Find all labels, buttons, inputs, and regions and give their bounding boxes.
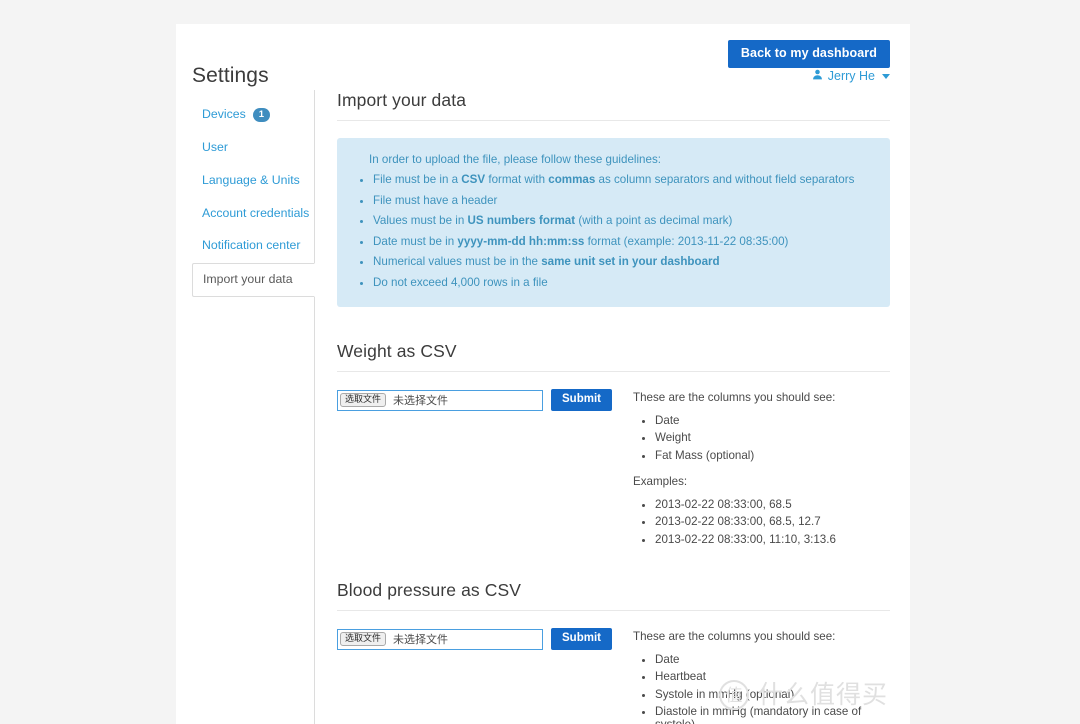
user-menu[interactable]: Jerry He bbox=[812, 69, 890, 83]
columns-lead: These are the columns you should see: bbox=[633, 390, 836, 404]
guideline-item: File must be in a CSV format with commas… bbox=[373, 172, 872, 188]
upload-controls: 选取文件 未选择文件 Submit bbox=[337, 388, 633, 546]
upload-controls: 选取文件 未选择文件 Submit bbox=[337, 627, 633, 724]
columns-info: These are the columns you should see: Dat… bbox=[633, 389, 890, 546]
sidebar-item-label: Notification center bbox=[202, 238, 301, 253]
top-bar: Back to my dashboard Jerry He bbox=[176, 24, 910, 90]
guideline-item: Date must be in yyyy-mm-dd hh:mm:ss form… bbox=[373, 234, 872, 250]
choose-file-button[interactable]: 选取文件 bbox=[340, 392, 387, 408]
page-title: Settings bbox=[192, 64, 269, 87]
guideline-item: Do not exceed 4,000 rows in a file bbox=[373, 275, 872, 291]
watermark-logo-icon: 值 bbox=[718, 680, 749, 710]
example-item: 2013-02-22 08:33:00, 68.5 bbox=[655, 498, 890, 511]
sidebar-item-label: Devices bbox=[202, 107, 246, 122]
choose-file-button[interactable]: 选取文件 bbox=[340, 631, 387, 647]
sidebar-item-user[interactable]: User bbox=[192, 132, 314, 165]
import-sections: Weight as CSV 选取文件 未选择文件 Submit These are th… bbox=[337, 341, 890, 724]
file-upload-row: 选取文件 未选择文件 Submit bbox=[337, 388, 633, 412]
file-status-label: 未选择文件 bbox=[393, 395, 449, 408]
sidebar-item-account-credentials[interactable]: Account credentials bbox=[192, 197, 314, 230]
submit-button[interactable]: Submit bbox=[551, 388, 612, 412]
upload-grid: 选取文件 未选择文件 Submit These are the columns you… bbox=[337, 388, 890, 546]
settings-body: Devices 1 User Language & Units Account cred… bbox=[176, 90, 910, 724]
settings-sidebar: Devices 1 User Language & Units Account cred… bbox=[192, 90, 315, 724]
examples-lead: Examples: bbox=[633, 474, 688, 488]
sidebar-item-import-your-data: Import your data bbox=[192, 262, 315, 298]
example-item: 2013-02-22 08:33:00, 11:10, 3:13.6 bbox=[655, 533, 890, 546]
settings-content: Import your data In order to upload the … bbox=[315, 90, 910, 724]
guidelines-list: File must be in a CSV format with commas… bbox=[355, 172, 872, 290]
settings-page-card: Back to my dashboard Jerry He Settings D… bbox=[176, 24, 910, 724]
column-item: Weight bbox=[655, 431, 890, 444]
file-input[interactable]: 选取文件 未选择文件 bbox=[337, 389, 543, 411]
sidebar-item-devices[interactable]: Devices 1 bbox=[192, 98, 314, 132]
sidebar-item-label: Import your data bbox=[203, 272, 293, 287]
sidebar-item-badge: 1 bbox=[252, 107, 271, 123]
examples-list: 2013-02-22 08:33:00, 68.5 2013-02-22 08:3… bbox=[633, 498, 890, 546]
watermark: 值 什么值得买 bbox=[718, 680, 888, 710]
section-title: Weight as CSV bbox=[337, 341, 890, 372]
column-item: Fat Mass (optional) bbox=[655, 449, 890, 462]
guideline-item: Numerical values must be in the same uni… bbox=[373, 254, 872, 270]
sidebar-item-label: Account credentials bbox=[202, 205, 310, 220]
guideline-item: Values must be in US numbers format (wit… bbox=[373, 213, 872, 229]
section-title: Blood pressure as CSV bbox=[337, 580, 890, 611]
columns-lead: These are the columns you should see: bbox=[633, 629, 836, 643]
file-input[interactable]: 选取文件 未选择文件 bbox=[337, 628, 543, 650]
section-title-import: Import your data bbox=[337, 90, 890, 121]
guidelines-lead: In order to upload the file, please foll… bbox=[369, 153, 661, 166]
chevron-down-icon bbox=[882, 73, 890, 79]
sidebar-item-label: Language & Units bbox=[202, 172, 300, 187]
column-item: Date bbox=[655, 414, 890, 427]
file-status-label: 未选择文件 bbox=[393, 634, 449, 647]
user-name-label: Jerry He bbox=[827, 69, 875, 83]
sidebar-item-notification-center[interactable]: Notification center bbox=[192, 230, 314, 263]
back-to-dashboard-button[interactable]: Back to my dashboard bbox=[727, 40, 890, 68]
import-section: Weight as CSV 选取文件 未选择文件 Submit These are th… bbox=[337, 341, 890, 546]
columns-list: Date Weight Fat Mass (optional) bbox=[633, 414, 890, 462]
person-icon bbox=[812, 69, 823, 83]
sidebar-item-language-units[interactable]: Language & Units bbox=[192, 164, 314, 197]
guidelines-panel: In order to upload the file, please foll… bbox=[337, 138, 890, 307]
example-item: 2013-02-22 08:33:00, 68.5, 12.7 bbox=[655, 515, 890, 528]
file-upload-row: 选取文件 未选择文件 Submit bbox=[337, 627, 633, 651]
watermark-text: 什么值得买 bbox=[757, 680, 888, 709]
guideline-item: File must have a header bbox=[373, 193, 872, 209]
column-item: Date bbox=[655, 653, 890, 666]
sidebar-item-label: User bbox=[202, 140, 228, 155]
submit-button[interactable]: Submit bbox=[551, 627, 612, 651]
